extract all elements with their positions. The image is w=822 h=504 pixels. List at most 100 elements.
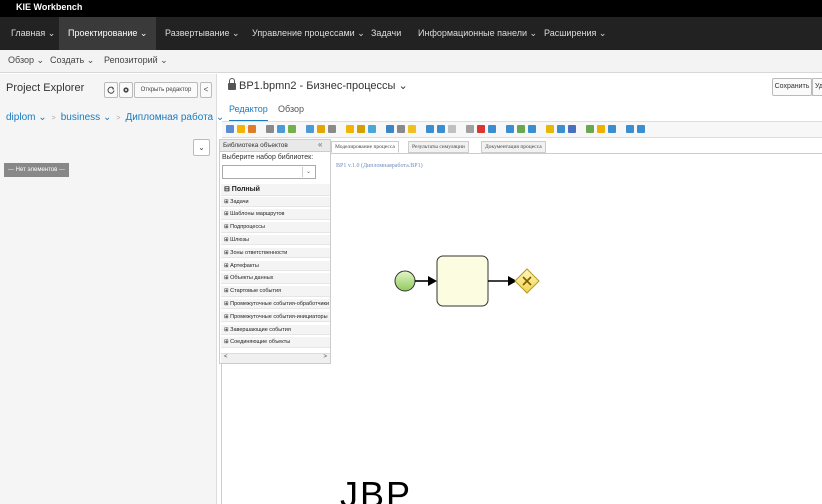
layout-icon[interactable] (506, 125, 514, 133)
diagram-icon[interactable] (368, 125, 376, 133)
library-group-item[interactable]: ⊞ Промежуточные события-обработчики (221, 298, 330, 310)
shape-icon[interactable] (277, 125, 285, 133)
pen-icon[interactable] (346, 125, 354, 133)
nav-home[interactable]: Главная ⌄ (2, 17, 64, 50)
project-explorer-panel: Project Explorer Открыть редактор < dipl… (0, 74, 224, 504)
gear-icon (123, 87, 129, 93)
format-icon[interactable] (317, 125, 325, 133)
library-group-item[interactable]: ⊟ Полный (221, 184, 330, 196)
dock-icon[interactable] (568, 125, 576, 133)
nav-design[interactable]: Проектирование ⌄ (59, 17, 157, 50)
library-group-item[interactable]: ⊞ Подпроцессы (221, 222, 330, 233)
object-library: Библиотека объектов « Выберите набор биб… (219, 139, 331, 364)
delete-icon[interactable] (426, 125, 434, 133)
settings-button[interactable] (119, 82, 133, 98)
library-group-item[interactable]: ⊞ Шаблоны маршрутов (221, 209, 330, 220)
tab-process-modeling[interactable]: Моделирование процесса (331, 141, 399, 153)
chevron-right-icon: > (51, 115, 56, 122)
refresh-button[interactable] (104, 82, 118, 98)
tab-simulation-results[interactable]: Результаты симуляции (408, 141, 469, 153)
main-nav: Главная ⌄ Проектирование ⌄ Развертывание… (0, 17, 822, 50)
library-group-item[interactable]: ⊞ Завершающие события (221, 324, 330, 335)
validate-icon[interactable] (517, 125, 525, 133)
subnav-overview[interactable]: Обзор ⌄ (8, 55, 44, 66)
project-explorer-title: Project Explorer (6, 82, 85, 94)
chevron-down-icon[interactable]: ⌄ (302, 167, 314, 177)
link-icon[interactable] (546, 125, 554, 133)
library-select-label: Выберите набор библиотек: (222, 154, 314, 161)
editor-title-text[interactable]: BP1.bpmn2 - Бизнес-процессы ⌄ (239, 80, 408, 92)
chevron-right-icon: > (116, 115, 121, 122)
zoom-icon[interactable] (237, 125, 245, 133)
subnav-create[interactable]: Создать ⌄ (50, 55, 94, 66)
crumb-org[interactable]: diplom ⌄ (6, 112, 47, 123)
zoom-out-icon[interactable] (477, 125, 485, 133)
library-header: Библиотека объектов (220, 140, 330, 152)
subnav-repository[interactable]: Репозиторий ⌄ (104, 55, 168, 66)
library-group-item[interactable]: ⊞ Шлюзы (221, 234, 330, 246)
color-icon[interactable] (306, 125, 314, 133)
save-button[interactable]: Сохранить (772, 78, 812, 96)
library-group-item[interactable]: ⊞ Стартовые события (221, 286, 330, 297)
sub-nav: Обзор ⌄ Создать ⌄ Репозиторий ⌄ (0, 50, 822, 73)
tab-process-documentation[interactable]: Документация процесса (481, 141, 546, 153)
select-all-icon[interactable] (397, 125, 405, 133)
crumb-project[interactable]: Дипломная работа ⌄ (125, 112, 224, 123)
collapse-button[interactable]: ⌄ (193, 139, 210, 156)
scroll-right-icon[interactable]: > (323, 354, 327, 360)
prev-icon[interactable] (626, 125, 634, 133)
align-icon[interactable] (328, 125, 336, 133)
copy-icon[interactable] (266, 125, 274, 133)
share-icon[interactable] (528, 125, 536, 133)
app-title: KIE Workbench (16, 2, 83, 12)
library-group-item[interactable]: ⊞ Промежуточные события-инициаторы (221, 311, 330, 323)
paste-icon[interactable] (248, 125, 256, 133)
sequence-flow[interactable] (488, 276, 517, 286)
scroll-left-icon[interactable]: < (224, 354, 228, 360)
task-node[interactable] (436, 255, 489, 307)
nav-icon[interactable] (608, 125, 616, 133)
nav-process-management[interactable]: Управление процессами ⌄ (243, 17, 374, 50)
tab-overview[interactable]: Обзор (278, 104, 304, 114)
sequence-flow[interactable] (415, 276, 437, 286)
nav-extensions[interactable]: Расширения ⌄ (535, 17, 615, 50)
refresh-icon (107, 86, 115, 94)
nav-dashboards[interactable]: Информационные панели ⌄ (409, 17, 546, 50)
library-group-item[interactable]: ⊞ Объекты данных (221, 273, 330, 284)
start-event[interactable] (394, 270, 416, 292)
open-editor-button[interactable]: Открыть редактор (134, 82, 198, 98)
process-diagram-canvas[interactable] (330, 154, 822, 504)
app-title-bar: KIE Workbench (0, 0, 822, 17)
arrange-icon[interactable] (288, 125, 296, 133)
library-group-item[interactable]: ⊞ Зоны ответственности (221, 247, 330, 259)
lock-icon (228, 78, 236, 90)
jbp-overlay-text: JBP (340, 474, 413, 504)
select-icon[interactable] (226, 125, 234, 133)
crumb-repo[interactable]: business ⌄ (61, 112, 112, 123)
library-hscrollbar[interactable]: < > (221, 353, 330, 363)
grid-icon[interactable] (386, 125, 394, 133)
delete-button[interactable]: Уд (812, 78, 822, 96)
library-collapse-icon[interactable]: « (318, 140, 322, 149)
fit-icon[interactable] (488, 125, 496, 133)
panel-divider (221, 364, 222, 504)
library-group-item[interactable]: ⊞ Задачи (221, 196, 330, 207)
simulation-icon[interactable] (557, 125, 565, 133)
back-button[interactable]: < (200, 82, 212, 98)
nav-deploy[interactable]: Развертывание ⌄ (156, 17, 249, 50)
editor-title: BP1.bpmn2 - Бизнес-процессы ⌄ (228, 78, 408, 92)
cut-icon[interactable] (408, 125, 416, 133)
library-group-item[interactable]: ⊞ Соединяющие объекты (221, 337, 330, 348)
no-items-label: --- Нет элементов --- (4, 163, 69, 177)
tab-editor[interactable]: Редактор (229, 104, 268, 122)
next-icon[interactable] (637, 125, 645, 133)
export-icon[interactable] (597, 125, 605, 133)
undo-icon[interactable] (437, 125, 445, 133)
redo-icon[interactable] (448, 125, 456, 133)
exclusive-gateway[interactable] (514, 268, 540, 294)
move-icon[interactable] (357, 125, 365, 133)
import-icon[interactable] (586, 125, 594, 133)
library-group-item[interactable]: ⊞ Артефакты (221, 260, 330, 271)
zoom-in-icon[interactable] (466, 125, 474, 133)
nav-tasks[interactable]: Задачи (362, 17, 410, 50)
